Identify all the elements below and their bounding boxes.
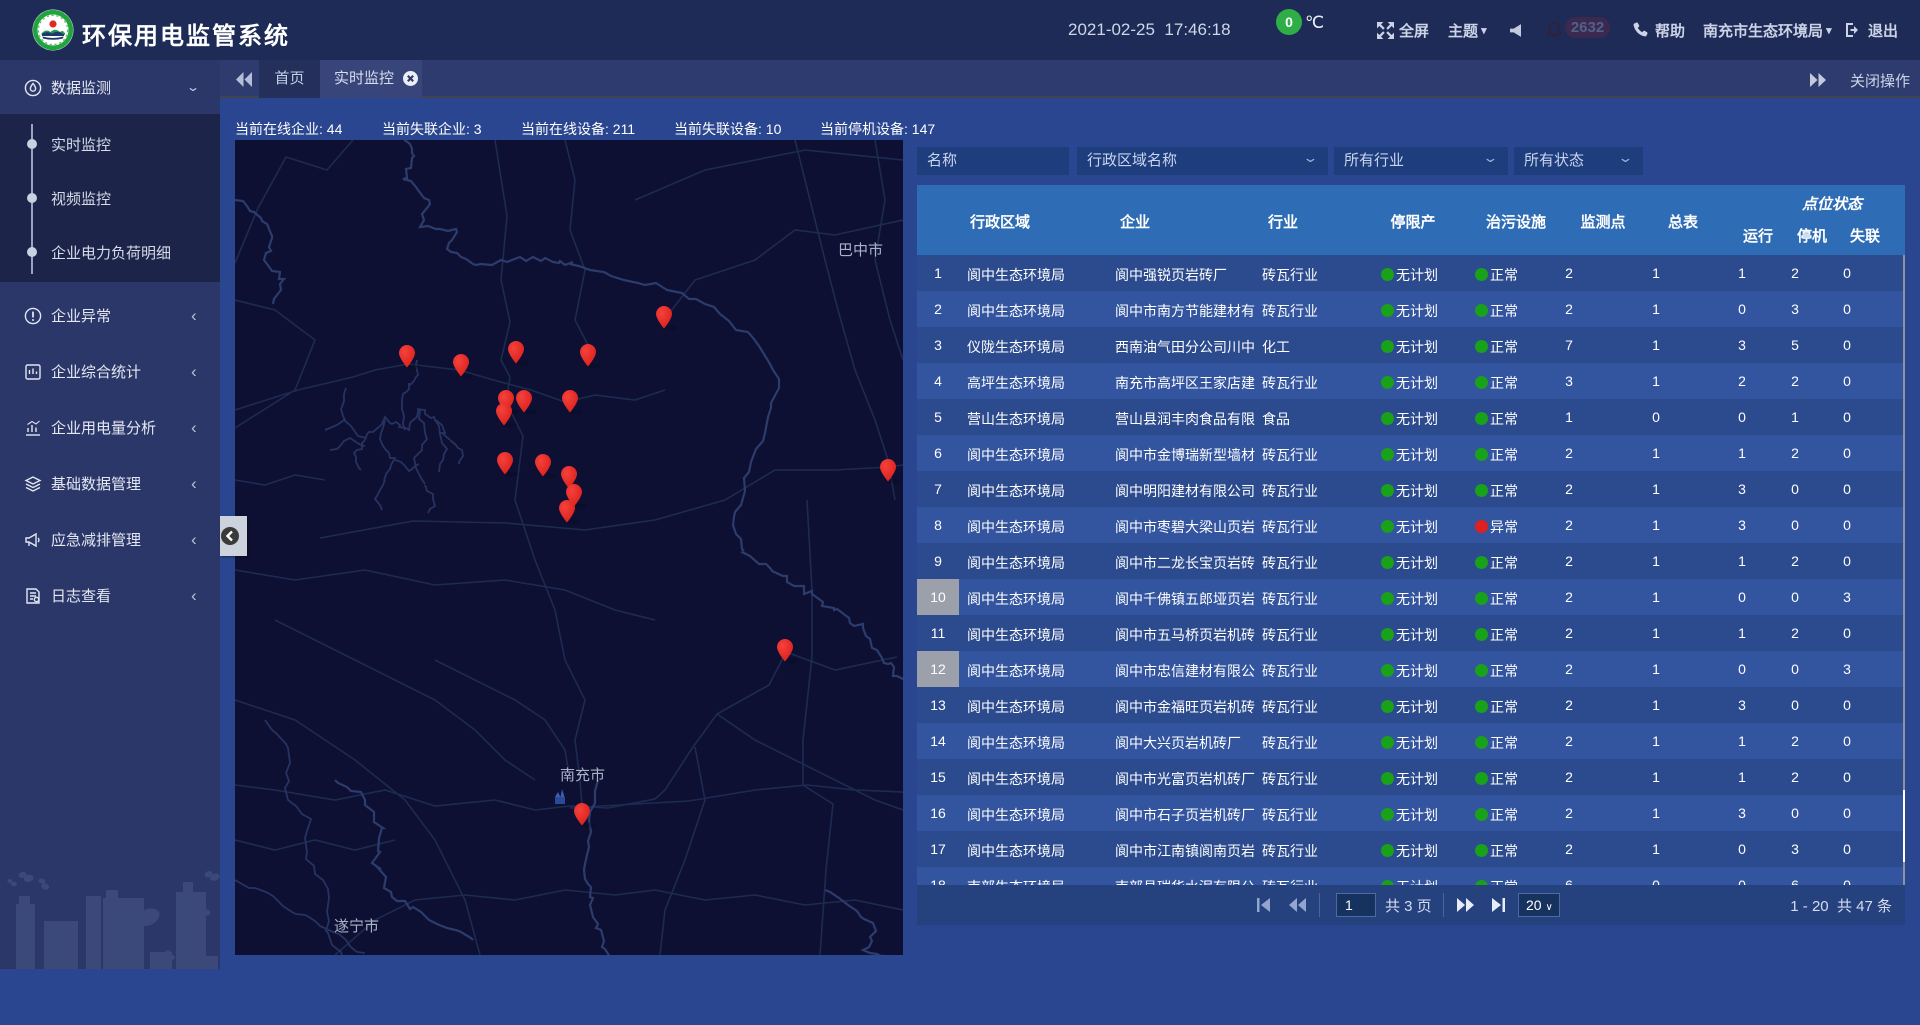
svg-text:南充市: 南充市 (560, 767, 605, 784)
svg-text:巴中市: 巴中市 (838, 242, 883, 259)
svg-text:遂宁市: 遂宁市 (334, 918, 379, 935)
